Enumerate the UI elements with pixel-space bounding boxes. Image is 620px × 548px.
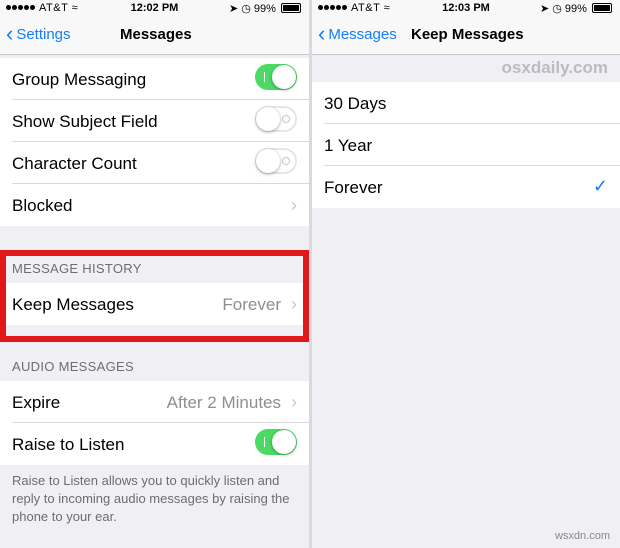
option-1-year[interactable]: 1 Year — [312, 124, 620, 166]
character-count-row: Character Count — [0, 142, 309, 184]
chevron-left-icon: ‹ — [6, 21, 14, 46]
site-watermark: wsxdn.com — [554, 530, 610, 542]
chevron-right-icon: › — [291, 392, 297, 412]
group-messaging-toggle[interactable] — [255, 64, 297, 90]
raise-to-listen-toggle[interactable] — [255, 429, 297, 455]
battery-percent: 99% — [564, 3, 587, 15]
character-count-toggle[interactable] — [255, 148, 297, 174]
alarm-icon: ◷ — [552, 3, 562, 15]
expire-row[interactable]: Expire After 2 Minutes › — [0, 381, 309, 423]
location-icon: ➤ — [228, 3, 239, 15]
battery-icon — [281, 3, 301, 13]
option-30-days[interactable]: 30 Days — [312, 82, 620, 124]
back-label: Settings — [16, 26, 71, 43]
row-label: Character Count — [12, 154, 137, 173]
raise-to-listen-row: Raise to Listen — [0, 423, 309, 465]
row-label: Show Subject Field — [12, 112, 158, 131]
chevron-left-icon: ‹ — [318, 21, 326, 46]
row-label: Blocked — [12, 196, 73, 215]
checkmark-icon: ✓ — [592, 176, 608, 196]
row-label: Group Messaging — [12, 70, 147, 89]
blocked-row[interactable]: Blocked › — [0, 184, 309, 226]
navigation-bar: ‹ Messages Keep Messages — [312, 16, 620, 55]
expire-value: After 2 Minutes — [166, 393, 281, 412]
status-bar: AT&T ≈ 12:03 PM ➤ ◷ 99% — [312, 0, 620, 16]
alarm-icon: ◷ — [241, 3, 251, 15]
row-label: Raise to Listen — [12, 435, 125, 454]
messages-settings-screen: AT&T ≈ 12:02 PM ➤ ◷ 99% ‹ Settings Messag… — [0, 0, 309, 548]
page-title: Keep Messages — [411, 26, 524, 43]
keep-messages-screen: AT&T ≈ 12:03 PM ➤ ◷ 99% ‹ Messages Keep M… — [312, 0, 620, 548]
show-subject-field-row: Show Subject Field — [0, 100, 309, 142]
watermark-text: osxdaily.com — [501, 58, 608, 77]
status-bar: AT&T ≈ 12:02 PM ➤ ◷ 99% — [0, 0, 309, 16]
raise-to-listen-footer: Raise to Listen allows you to quickly li… — [12, 473, 290, 524]
row-label: Expire — [12, 393, 61, 412]
location-icon: ➤ — [539, 3, 550, 15]
audio-messages-header: AUDIO MESSAGES — [12, 359, 134, 374]
option-label: 30 Days — [324, 94, 387, 113]
show-subject-field-toggle[interactable] — [255, 106, 297, 132]
battery-percent: 99% — [253, 3, 276, 15]
back-label: Messages — [328, 26, 397, 43]
highlight-box — [0, 250, 309, 342]
back-button[interactable]: ‹ Messages — [318, 21, 397, 46]
battery-icon — [592, 3, 612, 13]
option-forever[interactable]: Forever ✓ — [312, 166, 620, 208]
page-title: Messages — [120, 26, 192, 43]
option-label: 1 Year — [324, 136, 373, 155]
option-label: Forever — [324, 178, 383, 197]
navigation-bar: ‹ Settings Messages — [0, 16, 309, 55]
group-messaging-row: Group Messaging — [0, 58, 309, 100]
back-button[interactable]: ‹ Settings — [6, 21, 71, 46]
chevron-right-icon: › — [291, 195, 297, 215]
